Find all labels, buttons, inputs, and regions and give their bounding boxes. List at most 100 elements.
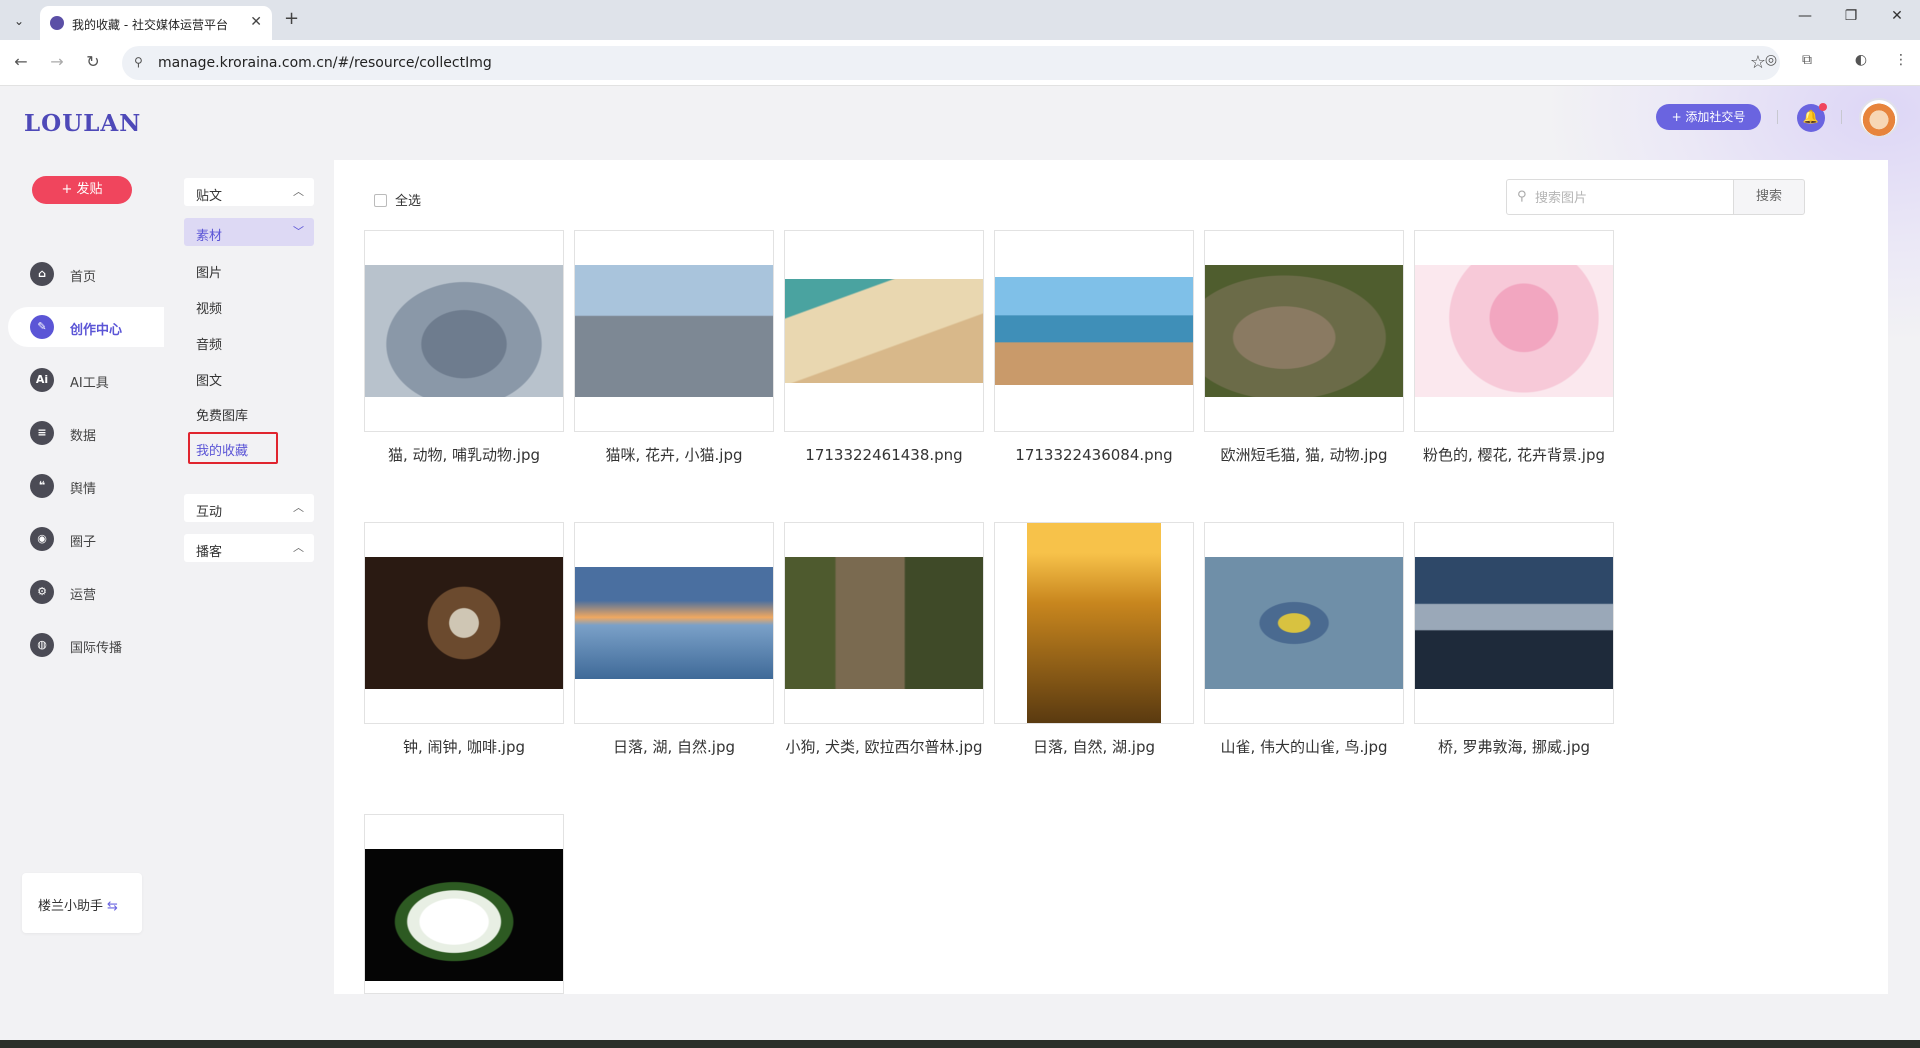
palette-icon: ✎ xyxy=(30,315,54,339)
file-name: 欧洲短毛猫, 猫, 动物.jpg xyxy=(1220,446,1388,464)
browser-tab[interactable]: 我的收藏 - 社交媒体运营平台 ✕ xyxy=(40,6,272,40)
extensions-puzzle-icon[interactable]: ⧉ xyxy=(1796,52,1818,74)
search-icon: ⚲ xyxy=(1517,189,1527,204)
image-card[interactable]: 日落, 湖, 自然.jpg xyxy=(574,522,774,782)
url-text[interactable]: manage.kroraina.com.cn/#/resource/collec… xyxy=(158,55,492,71)
address-bar: ← → ↻ ⚲ manage.kroraina.com.cn/#/resourc… xyxy=(0,40,1920,86)
app-logo[interactable]: LOULAN xyxy=(24,110,141,137)
image-thumbnail[interactable] xyxy=(1204,522,1404,724)
image-thumbnail[interactable] xyxy=(784,230,984,432)
app-root: LOULAN + 发贴 ⌂ 首页 ✎ 创作中心 Ai AI工具 ≡ 数据 ❝ 舆… xyxy=(0,86,1920,1040)
back-icon[interactable]: ← xyxy=(10,52,32,71)
assistant-card[interactable]: 楼兰小助手 ⇆ xyxy=(22,873,142,933)
nav-label: 首页 xyxy=(70,270,97,285)
nav-item-home[interactable]: ⌂ 首页 xyxy=(8,254,164,294)
image-card[interactable] xyxy=(364,814,564,994)
nav-item-operations[interactable]: ⚙ 运营 xyxy=(8,572,164,612)
forward-icon[interactable]: → xyxy=(46,52,68,71)
image-thumbnail[interactable] xyxy=(784,522,984,724)
image-thumbnail[interactable] xyxy=(574,522,774,724)
profile-icon[interactable]: ◐ xyxy=(1850,52,1872,74)
tab-title: 我的收藏 - 社交媒体运营平台 xyxy=(72,18,228,32)
browser-tabbar: ⌄ 我的收藏 - 社交媒体运营平台 ✕ + — ❐ ✕ xyxy=(0,0,1920,40)
kitten-image xyxy=(575,265,773,397)
secondary-sidebar: 贴文 ︿ 素材 ﹀ 图片 视频 音频 图文 免费图库 我的收藏 互动 ︿ 播客 … xyxy=(164,86,334,1040)
image-card[interactable]: 1713322436084.png xyxy=(994,230,1194,490)
search-button[interactable]: 搜索 xyxy=(1733,179,1805,215)
nav-item-creation-center[interactable]: ✎ 创作中心 xyxy=(8,307,164,347)
favicon-icon xyxy=(50,16,64,30)
group-podcast[interactable]: 播客 ︿ xyxy=(184,534,314,562)
nav-item-data[interactable]: ≡ 数据 xyxy=(8,413,164,453)
minimize-icon[interactable]: — xyxy=(1790,8,1820,24)
image-card[interactable]: 小狗, 犬类, 欧拉西尔普林.jpg xyxy=(784,522,984,782)
file-name: 1713322436084.png xyxy=(1015,446,1173,464)
image-card[interactable]: 猫, 动物, 哺乳动物.jpg xyxy=(364,230,564,490)
window-close-icon[interactable]: ✕ xyxy=(1882,8,1912,24)
subnav-item-videos[interactable]: 视频 xyxy=(196,298,222,317)
image-thumbnail[interactable] xyxy=(364,814,564,994)
tulip-image xyxy=(365,849,563,981)
image-card[interactable]: 1713322461438.png xyxy=(784,230,984,490)
group-interaction[interactable]: 互动 ︿ xyxy=(184,494,314,522)
search-field[interactable]: ⚲ xyxy=(1506,179,1734,215)
image-thumbnail[interactable] xyxy=(574,230,774,432)
image-card[interactable]: 山雀, 伟大的山雀, 鸟.jpg xyxy=(1204,522,1404,782)
image-card[interactable]: 粉色的, 樱花, 花卉背景.jpg xyxy=(1414,230,1614,490)
subnav-item-free-gallery[interactable]: 免费图库 xyxy=(196,405,248,424)
new-tab-icon[interactable]: + xyxy=(284,8,299,29)
image-card[interactable]: 桥, 罗弗敦海, 挪威.jpg xyxy=(1414,522,1614,782)
restore-icon[interactable]: ❐ xyxy=(1836,8,1866,24)
image-card[interactable]: 猫咪, 花卉, 小猫.jpg xyxy=(574,230,774,490)
globe-icon: ◍ xyxy=(30,633,54,657)
image-thumbnail[interactable] xyxy=(1414,522,1614,724)
image-card[interactable]: 钟, 闹钟, 咖啡.jpg xyxy=(364,522,564,782)
notification-badge xyxy=(1819,103,1827,111)
reload-icon[interactable]: ↻ xyxy=(82,52,104,71)
group-materials[interactable]: 素材 ﹀ xyxy=(184,218,314,246)
browser-menu-icon[interactable]: ⋮ xyxy=(1890,52,1912,74)
bird-image xyxy=(1205,557,1403,689)
url-omnibox[interactable]: ⚲ manage.kroraina.com.cn/#/resource/coll… xyxy=(122,46,1780,80)
image-thumbnail[interactable] xyxy=(994,230,1194,432)
chevron-down-icon: ﹀ xyxy=(293,225,304,238)
image-thumbnail[interactable] xyxy=(364,230,564,432)
subnav-item-images[interactable]: 图片 xyxy=(196,262,222,281)
quote-icon: ❝ xyxy=(30,474,54,498)
file-name: 粉色的, 樱花, 花卉背景.jpg xyxy=(1422,446,1606,464)
new-post-button[interactable]: + 发贴 xyxy=(32,176,132,204)
nav-item-international[interactable]: ◍ 国际传播 xyxy=(8,625,164,665)
search-input[interactable] xyxy=(1535,186,1725,208)
swap-icon: ⇆ xyxy=(107,899,118,914)
select-all-checkbox[interactable]: 全选 xyxy=(374,190,421,209)
image-thumbnail[interactable] xyxy=(1204,230,1404,432)
checkbox-icon[interactable] xyxy=(374,194,387,207)
image-thumbnail[interactable] xyxy=(1414,230,1614,432)
user-avatar[interactable] xyxy=(1859,98,1899,138)
add-social-account-button[interactable]: + 添加社交号 xyxy=(1656,104,1761,130)
chevron-up-icon: ︿ xyxy=(293,501,304,514)
extension-circle-icon[interactable]: ◎ xyxy=(1760,52,1782,74)
close-tab-icon[interactable]: ✕ xyxy=(250,14,262,30)
image-thumbnail[interactable] xyxy=(994,522,1194,724)
subnav-item-audio[interactable]: 音频 xyxy=(196,334,222,353)
image-thumbnail[interactable] xyxy=(364,522,564,724)
main-sidebar: LOULAN + 发贴 ⌂ 首页 ✎ 创作中心 Ai AI工具 ≡ 数据 ❝ 舆… xyxy=(0,86,164,1040)
selection-highlight xyxy=(188,432,278,464)
beach-image xyxy=(785,279,983,383)
group-label: 互动 xyxy=(196,505,223,520)
image-card[interactable]: 欧洲短毛猫, 猫, 动物.jpg xyxy=(1204,230,1404,490)
file-name: 日落, 湖, 自然.jpg xyxy=(612,738,736,756)
bridge-image xyxy=(1415,557,1613,689)
site-info-icon[interactable]: ⚲ xyxy=(134,55,150,71)
file-name: 1713322461438.png xyxy=(805,446,963,464)
image-card[interactable]: 日落, 自然, 湖.jpg xyxy=(994,522,1194,782)
tab-search-icon[interactable]: ⌄ xyxy=(8,10,30,32)
nav-item-sentiment[interactable]: ❝ 舆情 xyxy=(8,466,164,506)
nav-item-circle[interactable]: ◉ 圈子 xyxy=(8,519,164,559)
gear-icon: ⚙ xyxy=(30,580,54,604)
nav-item-ai-tools[interactable]: Ai AI工具 xyxy=(8,360,164,400)
chevron-up-icon: ︿ xyxy=(293,541,304,554)
group-posts[interactable]: 贴文 ︿ xyxy=(184,178,314,206)
subnav-item-image-text[interactable]: 图文 xyxy=(196,370,222,389)
